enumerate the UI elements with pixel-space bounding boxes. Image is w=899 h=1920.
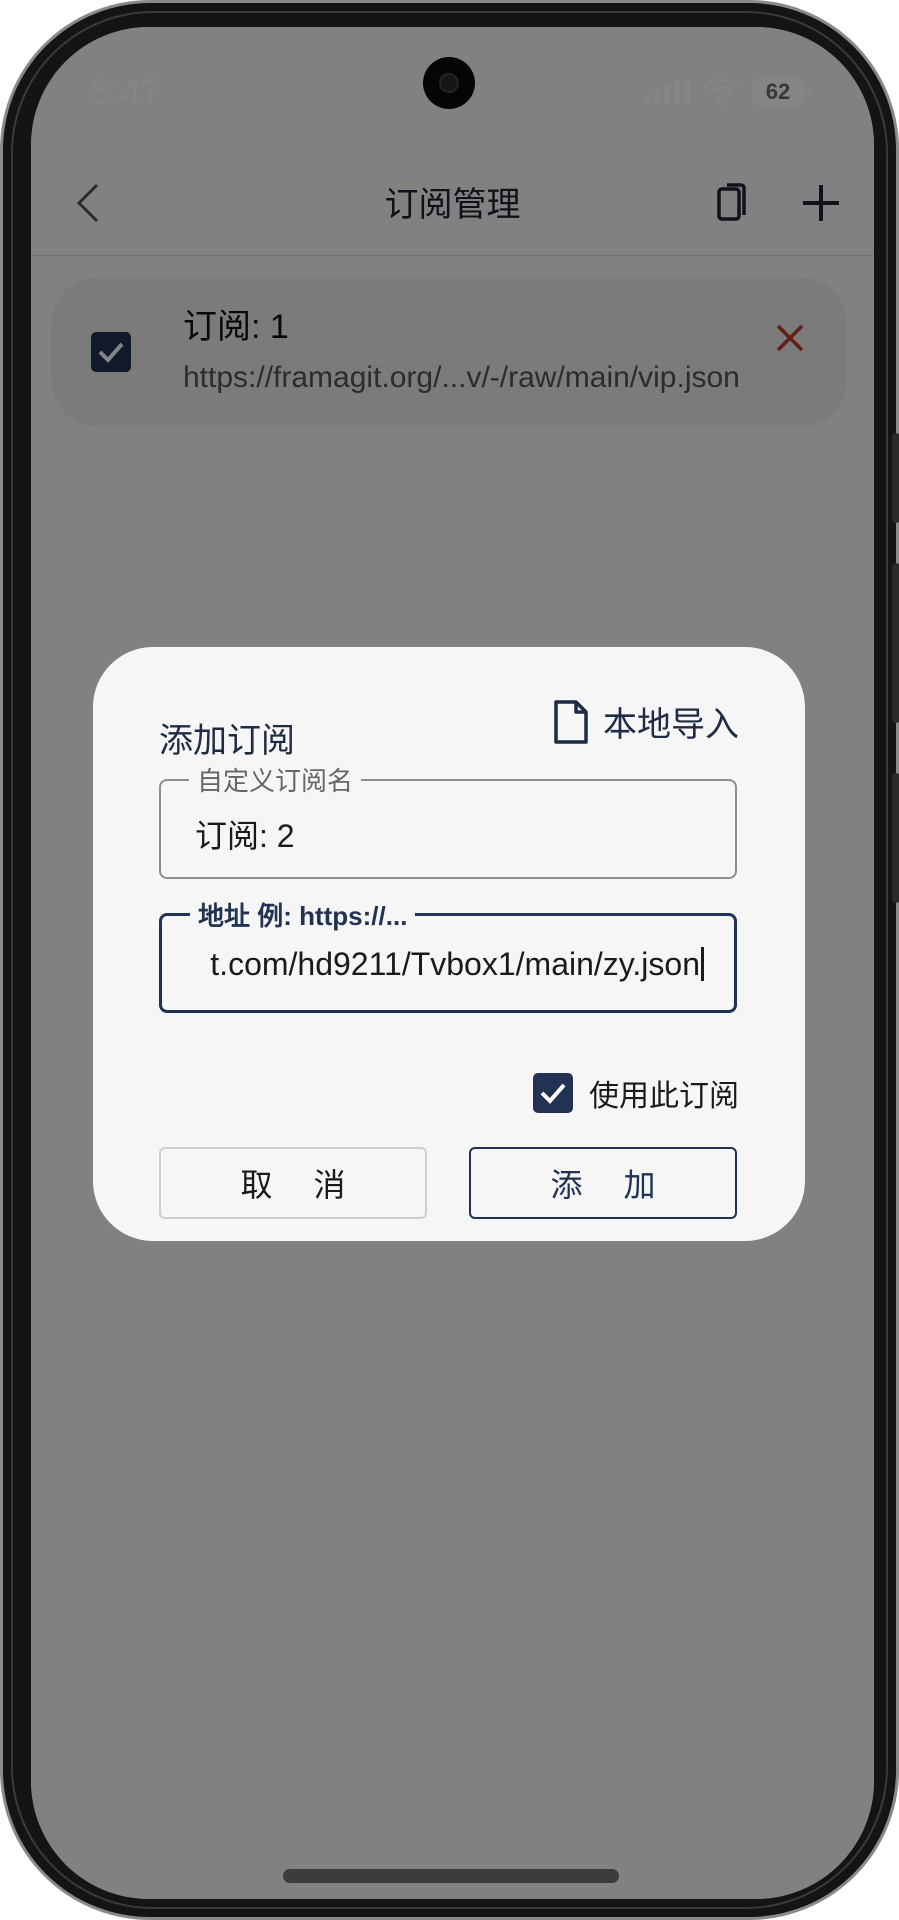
screen: 订阅管理 订阅: 1 https://framagit.org/...v/-/r… bbox=[31, 27, 874, 1899]
use-subscription-checkbox[interactable] bbox=[533, 1073, 573, 1113]
add-button[interactable]: 添 加 bbox=[469, 1147, 737, 1219]
subscription-name-label: 自定义订阅名 bbox=[189, 761, 362, 798]
cancel-button[interactable]: 取 消 bbox=[159, 1147, 427, 1219]
subscription-url-value: t.com/hd9211/Tvbox1/main/zy.json bbox=[210, 946, 700, 982]
use-subscription-label: 使用此订阅 bbox=[589, 1080, 739, 1113]
volume-down-button bbox=[892, 563, 899, 723]
url-input-viewport: t.com/hd9211/Tvbox1/main/zy.json bbox=[190, 916, 704, 1010]
subscription-name-field[interactable]: 自定义订阅名 订阅: 2 bbox=[159, 761, 737, 879]
subscription-url-field[interactable]: 地址 例: https://... t.com/hd9211/Tvbox1/ma… bbox=[159, 896, 737, 1013]
use-subscription-option[interactable]: 使用此订阅 bbox=[533, 1071, 739, 1115]
text-cursor bbox=[701, 947, 704, 981]
add-subscription-dialog: 添加订阅 本地导入 自定义订阅名 订阅: 2 地址 例: https://...… bbox=[93, 647, 805, 1241]
phone-frame: 订阅管理 订阅: 1 https://framagit.org/...v/-/r… bbox=[0, 0, 899, 1920]
dialog-title: 添加订阅 bbox=[159, 722, 295, 760]
local-import-button[interactable]: 本地导入 bbox=[553, 697, 739, 746]
subscription-name-value: 订阅: 2 bbox=[195, 818, 295, 854]
power-button bbox=[892, 773, 899, 903]
file-icon bbox=[554, 699, 588, 744]
check-icon bbox=[540, 1083, 566, 1104]
home-indicator[interactable] bbox=[283, 1869, 619, 1883]
url-input-text: t.com/hd9211/Tvbox1/main/zy.json bbox=[210, 946, 704, 983]
local-import-label: 本地导入 bbox=[603, 706, 739, 744]
volume-up-button bbox=[892, 433, 899, 523]
